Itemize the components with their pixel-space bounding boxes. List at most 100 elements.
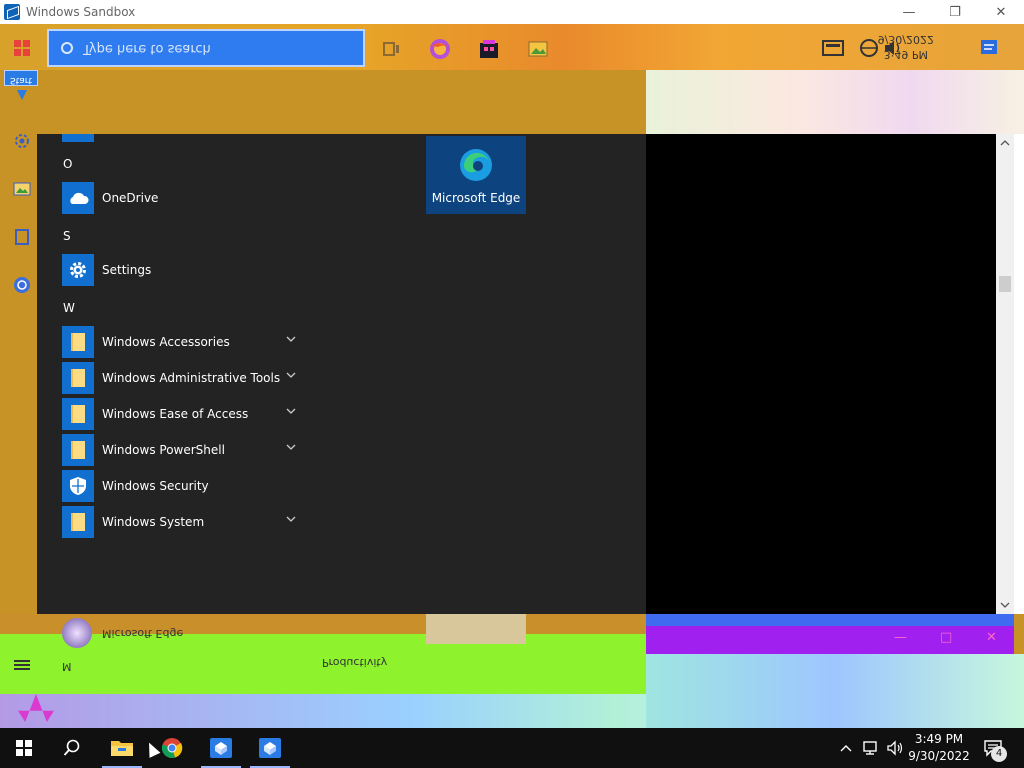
taskbar-date: 9/30/2022 (908, 749, 970, 763)
chevron-down-icon[interactable] (286, 406, 296, 416)
chevron-down-icon[interactable] (286, 370, 296, 380)
folder-icon (71, 513, 85, 531)
edge-icon (460, 149, 492, 181)
mirrored-settings-icon (15, 134, 29, 148)
glitch-window-titlebar: — □ ✕ (646, 626, 1014, 654)
sandbox-button-1[interactable] (197, 728, 245, 768)
taskbar-time: 3:49 PM (914, 732, 964, 746)
chevron-up-icon (840, 745, 852, 752)
security-tile (62, 470, 94, 502)
sandbox-icon (259, 738, 281, 758)
chevron-down-icon[interactable] (286, 442, 296, 452)
vertical-scrollbar[interactable] (996, 134, 1014, 614)
folder-icon (71, 333, 85, 351)
app-item-settings[interactable]: Settings (62, 253, 302, 287)
search-button[interactable] (48, 728, 96, 768)
app-label: Windows Accessories (102, 335, 230, 349)
folder-icon (71, 369, 85, 387)
mirrored-search-box: Type here to search (47, 29, 365, 67)
app-item-windows-system[interactable]: Windows System (62, 505, 302, 539)
settings-tile (62, 254, 94, 286)
close-button[interactable]: ✕ (978, 0, 1024, 24)
mirrored-pictures-icon (13, 182, 31, 196)
mirrored-edge-icon (62, 618, 92, 648)
mirrored-letter-m: M (62, 660, 72, 673)
mirrored-power-icon (14, 277, 30, 293)
section-letter-s[interactable]: S (63, 229, 71, 243)
minimize-button[interactable]: — (886, 0, 932, 24)
sandbox-icon (210, 738, 232, 758)
photos-icon (528, 41, 548, 57)
store-icon (480, 40, 498, 58)
app-item-windows-accessories[interactable]: Windows Accessories (62, 325, 302, 359)
file-explorer-icon (111, 741, 133, 756)
volume-icon (887, 740, 903, 756)
partial-app-tile (62, 134, 94, 142)
folder-tile (62, 398, 94, 430)
sandbox-app-icon (4, 4, 20, 20)
mirrored-notification-icon (981, 40, 997, 54)
chevron-down-icon[interactable] (286, 334, 296, 344)
app-item-windows-administrative-tools[interactable]: Windows Administrative Tools (62, 361, 302, 395)
folder-icon (71, 441, 85, 459)
search-icon (61, 42, 73, 54)
app-label: Windows Security (102, 479, 209, 493)
app-item-onedrive[interactable]: OneDrive (62, 181, 302, 215)
glitch-minimize-button: — (894, 630, 907, 645)
mirrored-user-icon (17, 90, 27, 100)
mirrored-clock: 3:49 PM 9/30/2022 (878, 32, 934, 62)
tile-label: Microsoft Edge (431, 191, 521, 205)
shield-icon (70, 477, 86, 495)
mirrored-productivity-label: Productivity (322, 656, 388, 669)
taskbar-clock[interactable]: 3:49 PM 9/30/2022 (908, 731, 970, 765)
app-label: OneDrive (102, 191, 159, 205)
mirrored-date: 9/30/2022 (877, 33, 934, 46)
section-letter-o[interactable]: O (63, 157, 72, 171)
app-label: Windows Ease of Access (102, 407, 249, 421)
glitch-blue-bar (646, 614, 1014, 626)
onedrive-tile (62, 182, 94, 214)
chrome-icon (161, 738, 183, 759)
network-icon (863, 741, 877, 755)
network-button[interactable] (860, 728, 882, 768)
folder-tile (62, 362, 94, 394)
desktop-wallpaper-glitch-top (646, 70, 1024, 134)
app-label: Windows PowerShell (102, 443, 225, 457)
start-button[interactable] (0, 728, 48, 768)
folder-tile (62, 506, 94, 538)
app-item-windows-ease-of-access[interactable]: Windows Ease of Access (62, 397, 302, 431)
mirrored-time: 3:49 PM (883, 48, 928, 61)
desktop-wallpaper-glitch-right (646, 654, 1024, 728)
folder-tile (62, 326, 94, 358)
mirrored-edge-row: Microsoft Edge (62, 618, 183, 648)
window-title: Windows Sandbox (26, 5, 136, 19)
volume-button[interactable] (884, 728, 906, 768)
sandbox-button-2[interactable] (246, 728, 294, 768)
task-view-icon (383, 42, 399, 56)
glitch-maximize-button: □ (940, 630, 953, 645)
restore-button[interactable]: ❐ (932, 0, 978, 24)
chevron-down-icon[interactable] (286, 514, 296, 524)
app-label: Settings (102, 263, 152, 277)
sandbox-title-bar: Windows Sandbox — ❐ ✕ (0, 0, 1024, 24)
pinned-tile-microsoft-edge[interactable]: Microsoft Edge (426, 136, 526, 214)
app-label: Windows Administrative Tools (102, 371, 281, 385)
mirrored-edge-label: Microsoft Edge (102, 626, 184, 640)
file-explorer-button[interactable] (98, 728, 146, 768)
search-icon (63, 739, 80, 756)
scroll-up-arrow-icon[interactable] (1000, 138, 1010, 148)
windows-logo-icon (16, 740, 32, 756)
show-hidden-icons-button[interactable] (836, 728, 856, 768)
scrollbar-thumb[interactable] (999, 276, 1011, 292)
start-menu: O OneDrive S Settings W Windows Accessor… (37, 134, 646, 614)
notification-count-badge: 4 (991, 746, 1007, 762)
mirrored-taskbar: Type here to search 3:49 PM 9/30/2022 (0, 24, 1024, 70)
window-controls: — ❐ ✕ (886, 0, 1024, 24)
app-item-windows-powershell[interactable]: Windows PowerShell (62, 433, 302, 467)
folder-tile (62, 434, 94, 466)
section-letter-w[interactable]: W (63, 301, 75, 315)
mirrored-keyboard-icon (822, 40, 844, 56)
app-item-windows-security[interactable]: Windows Security (62, 469, 302, 503)
scroll-down-arrow-icon[interactable] (1000, 600, 1010, 610)
glitch-strip (426, 614, 526, 644)
